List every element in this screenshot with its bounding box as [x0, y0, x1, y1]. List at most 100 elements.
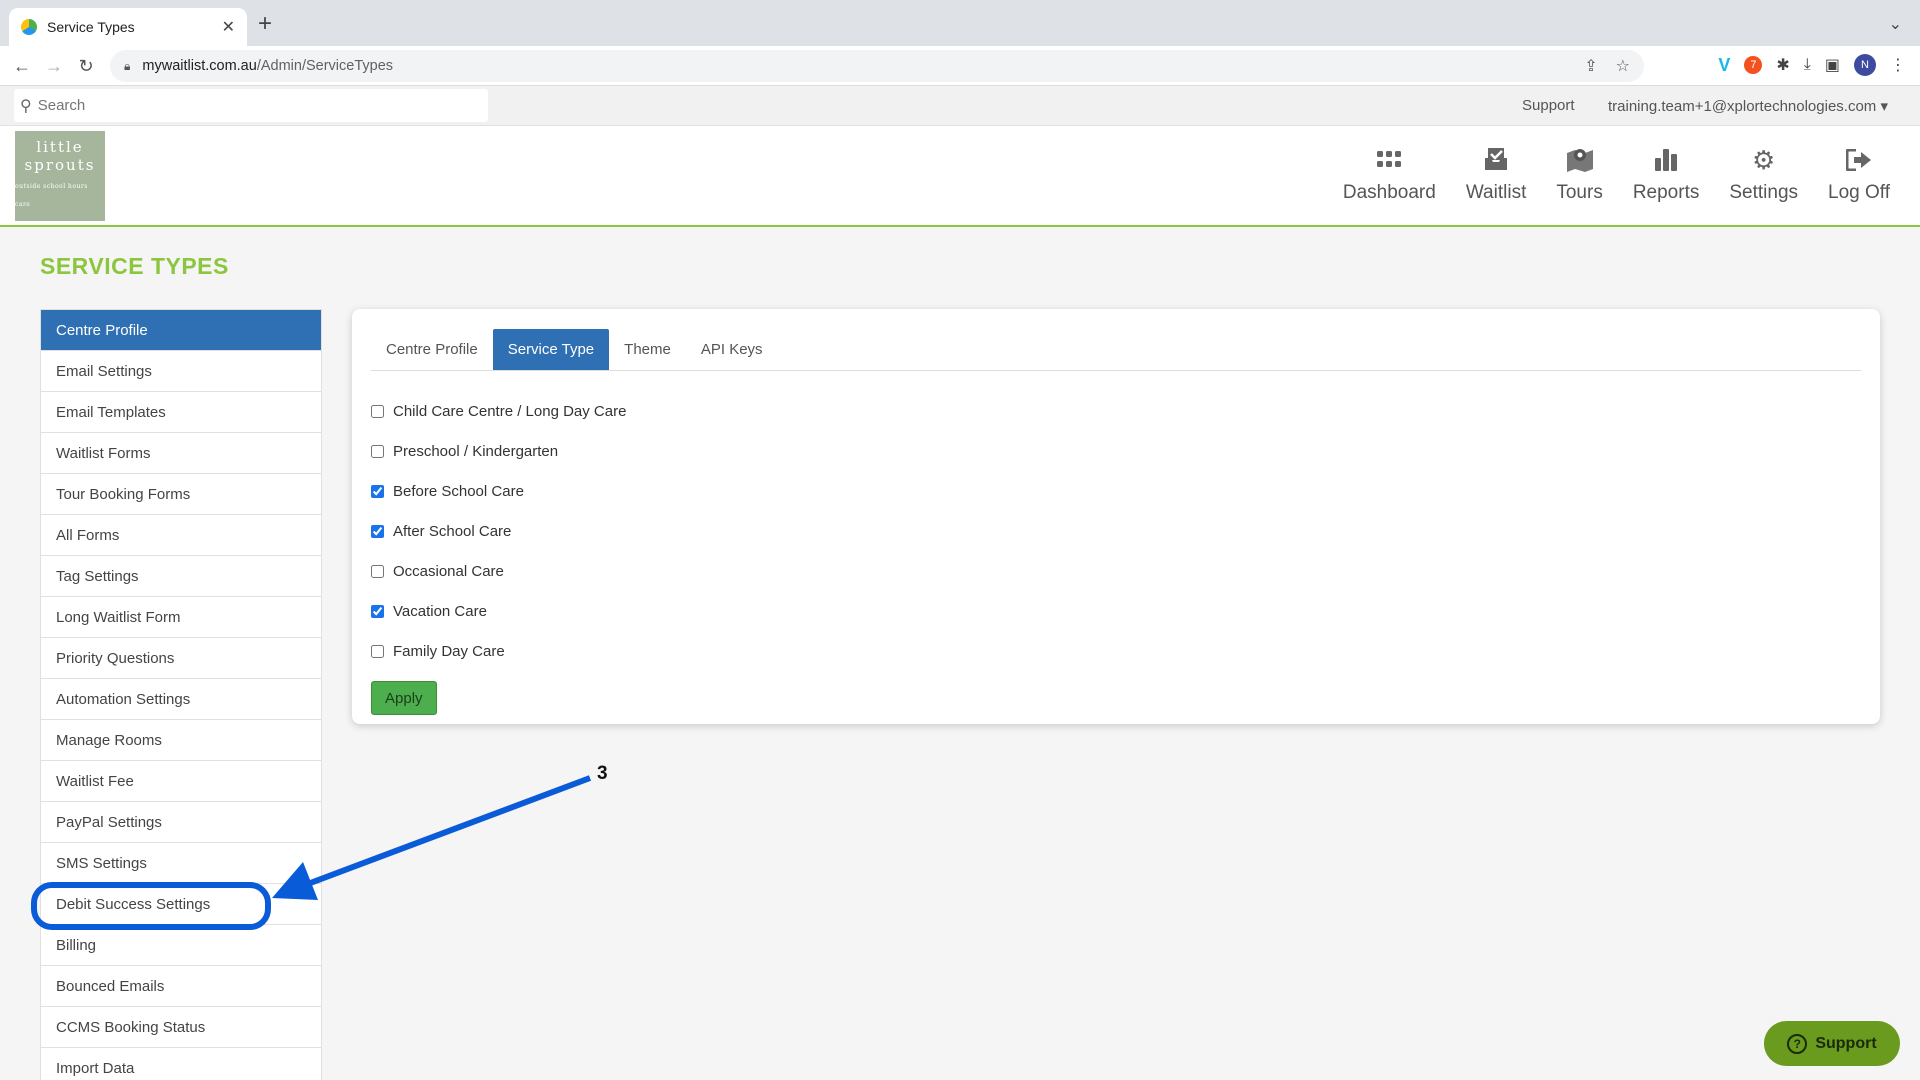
user-account-menu[interactable]: training.team+1@xplortechnologies.com ▾	[1608, 97, 1888, 115]
download-icon[interactable]: ⤓	[1804, 56, 1811, 74]
help-circle-icon: ?	[1787, 1033, 1808, 1054]
nav-label: Reports	[1632, 182, 1700, 203]
sidebar-item-debit-success-settings[interactable]: Debit Success Settings	[41, 884, 321, 925]
address-bar[interactable]: 🔒︎ mywaitlist.com.au/Admin/ServiceTypes …	[110, 50, 1644, 82]
service-type-panel: Centre Profile Service Type Theme API Ke…	[352, 309, 1880, 724]
service-type-option[interactable]: Preschool / Kindergarten	[371, 431, 626, 471]
browser-toolbar: ← → ↻ 🔒︎ mywaitlist.com.au/Admin/Service…	[0, 46, 1920, 86]
tab-api-keys[interactable]: API Keys	[686, 329, 778, 370]
app-topbar: ⚲ Support training.team+1@xplortechnolog…	[0, 86, 1920, 126]
url-path: /Admin/ServiceTypes	[256, 58, 394, 74]
reload-icon[interactable]: ↻	[72, 52, 100, 80]
red-extension-icon[interactable]: 7	[1744, 56, 1763, 74]
service-type-option[interactable]: Before School Care	[371, 471, 626, 511]
new-tab-icon[interactable]: +	[258, 12, 272, 36]
service-type-checkbox[interactable]	[371, 484, 384, 498]
service-type-label: After School Care	[393, 522, 512, 540]
service-type-checkbox[interactable]	[371, 404, 384, 418]
sidebar-item-ccms-booking-status[interactable]: CCMS Booking Status	[41, 1007, 321, 1048]
service-type-label: Vacation Care	[393, 602, 487, 620]
support-widget-button[interactable]: ? Support	[1764, 1021, 1900, 1066]
sidebar-item-priority-questions[interactable]: Priority Questions	[41, 638, 321, 679]
sidebar-item-waitlist-forms[interactable]: Waitlist Forms	[41, 433, 321, 474]
sidebar-item-email-templates[interactable]: Email Templates	[41, 392, 321, 433]
sidebar-item-automation-settings[interactable]: Automation Settings	[41, 679, 321, 720]
forward-arrow-icon[interactable]: →	[40, 52, 68, 80]
tab-search-chevron-icon[interactable]: ⌄	[1889, 14, 1902, 34]
nav-log-off[interactable]: Log Off	[1828, 146, 1890, 204]
share-icon[interactable]: ⇪	[1584, 56, 1597, 76]
service-type-checkbox[interactable]	[371, 604, 384, 618]
tab-centre-profile[interactable]: Centre Profile	[371, 329, 493, 370]
sidebar-item-tag-settings[interactable]: Tag Settings	[41, 556, 321, 597]
bar-chart-icon	[1655, 146, 1678, 174]
back-arrow-icon[interactable]: ←	[8, 52, 36, 80]
sign-out-icon	[1846, 146, 1872, 174]
sidebar-item-import-data[interactable]: Import Data	[41, 1048, 321, 1080]
service-type-checkbox[interactable]	[371, 644, 384, 658]
service-type-label: Preschool / Kindergarten	[393, 442, 559, 460]
centre-logo[interactable]: little sprouts outside school hours care	[15, 131, 105, 221]
service-type-option[interactable]: Family Day Care	[371, 631, 626, 671]
site-favicon-icon	[21, 19, 37, 35]
browser-menu-icon[interactable]: ⋮	[1890, 55, 1906, 75]
sidebar-item-waitlist-fee[interactable]: Waitlist Fee	[41, 761, 321, 802]
apply-button[interactable]: Apply	[371, 681, 437, 715]
browser-tabstrip: Service Types ✕ + ⌄	[0, 0, 1920, 46]
sidebar-item-billing[interactable]: Billing	[41, 925, 321, 966]
lock-icon: 🔒︎	[124, 58, 131, 73]
inbox-check-icon	[1483, 146, 1509, 174]
url-host: mywaitlist.com.au	[142, 58, 257, 74]
nav-label: Settings	[1729, 182, 1799, 203]
logo-line-1: little	[36, 138, 84, 156]
service-type-checklist: Child Care Centre / Long Day Care Presch…	[371, 391, 626, 671]
nav-label: Tours	[1556, 182, 1603, 203]
sidebar-item-centre-profile[interactable]: Centre Profile	[41, 310, 321, 351]
service-type-label: Family Day Care	[393, 642, 505, 660]
annotation-arrow-shaft	[303, 775, 592, 888]
nav-settings[interactable]: ⚙ Settings	[1729, 144, 1799, 204]
tab-theme[interactable]: Theme	[609, 329, 686, 370]
search-input[interactable]	[37, 97, 458, 114]
vimeo-extension-icon[interactable]: V	[1718, 55, 1730, 76]
nav-reports[interactable]: Reports	[1632, 146, 1700, 204]
close-tab-icon[interactable]: ✕	[222, 17, 235, 37]
side-panel-icon[interactable]: ▣	[1825, 55, 1840, 75]
nav-label: Log Off	[1828, 182, 1890, 203]
sidebar-item-bounced-emails[interactable]: Bounced Emails	[41, 966, 321, 1007]
tab-service-type[interactable]: Service Type	[492, 329, 610, 370]
sidebar-item-long-waitlist-form[interactable]: Long Waitlist Form	[41, 597, 321, 638]
sidebar-item-all-forms[interactable]: All Forms	[41, 515, 321, 556]
sidebar-item-paypal-settings[interactable]: PayPal Settings	[41, 802, 321, 843]
nav-tours[interactable]: Tours	[1556, 146, 1603, 204]
sidebar-item-manage-rooms[interactable]: Manage Rooms	[41, 720, 321, 761]
grid-icon	[1377, 146, 1402, 174]
bookmark-star-icon[interactable]: ☆	[1616, 56, 1630, 76]
support-link[interactable]: Support	[1522, 97, 1575, 114]
service-type-option[interactable]: Occasional Care	[371, 551, 626, 591]
tab-title: Service Types	[47, 19, 135, 35]
browser-tab[interactable]: Service Types ✕	[9, 8, 247, 46]
service-type-option[interactable]: After School Care	[371, 511, 626, 551]
nav-label: Waitlist	[1465, 182, 1527, 203]
service-type-checkbox[interactable]	[371, 524, 384, 538]
profile-avatar[interactable]: N	[1854, 54, 1876, 76]
service-type-checkbox[interactable]	[371, 564, 384, 578]
nav-dashboard[interactable]: Dashboard	[1343, 146, 1436, 204]
service-type-option[interactable]: Vacation Care	[371, 591, 626, 631]
search-box: ⚲	[14, 89, 488, 122]
search-icon: ⚲	[20, 97, 32, 115]
nav-waitlist[interactable]: Waitlist	[1465, 146, 1527, 204]
sidebar-item-tour-booking-forms[interactable]: Tour Booking Forms	[41, 474, 321, 515]
support-widget-label: Support	[1815, 1034, 1877, 1052]
map-pin-icon	[1566, 146, 1594, 174]
sidebar-item-email-settings[interactable]: Email Settings	[41, 351, 321, 392]
settings-tabs: Centre Profile Service Type Theme API Ke…	[371, 329, 1861, 371]
service-type-checkbox[interactable]	[371, 444, 384, 458]
gear-icon: ⚙	[1752, 144, 1776, 175]
service-type-option[interactable]: Child Care Centre / Long Day Care	[371, 391, 626, 431]
service-type-label: Occasional Care	[393, 562, 504, 580]
puzzle-extensions-icon[interactable]: ✱	[1776, 55, 1789, 75]
sidebar-item-sms-settings[interactable]: SMS Settings	[41, 843, 321, 884]
settings-sidebar: Centre Profile Email Settings Email Temp…	[40, 309, 322, 1080]
